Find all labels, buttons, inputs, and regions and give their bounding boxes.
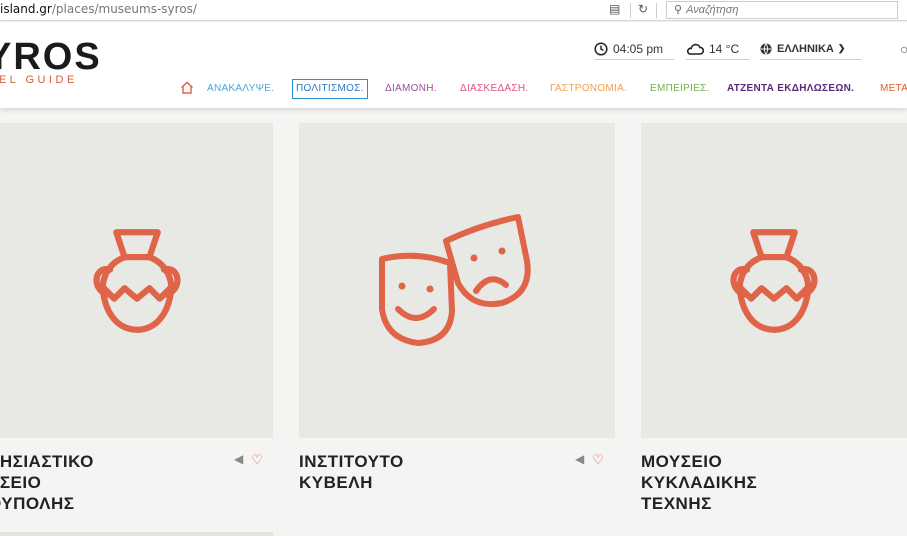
globe-icon: [760, 42, 772, 55]
card-image[interactable]: [641, 123, 907, 438]
heart-icon[interactable]: ♡: [592, 452, 604, 468]
nav-item-accommodation[interactable]: ΔΙΑΜΟΝΗ.: [385, 83, 437, 94]
nav-item-gastronomy[interactable]: ΓΑΣΤΡΟΝΟΜΙΑ.: [550, 83, 627, 94]
clock-widget: 04:05 pm: [594, 38, 674, 60]
weather-widget: 14 °C: [686, 38, 750, 60]
more-icon[interactable]: ○: [900, 38, 907, 60]
heart-icon[interactable]: ♡: [251, 452, 263, 468]
next-card-image-edge: [0, 532, 273, 536]
nav-item-events-agenda[interactable]: ΑΤΖΕΝΤΑ ΕΚΔΗΛΩΣΕΩΝ.: [727, 83, 854, 94]
card-image[interactable]: [0, 123, 273, 438]
reload-icon[interactable]: ↻: [638, 2, 648, 16]
url-domain: island.gr: [0, 2, 52, 16]
card-title[interactable]: ΜΟΥΣΕΙΟ ΚΥΚΛΑΔΙΚΗΣ ΤΕΧΝΗΣ: [641, 451, 757, 514]
site-logo-subtitle: VEL GUIDE: [0, 74, 78, 86]
url-path: /places/museums-syros/: [51, 2, 197, 16]
nav-item-transport[interactable]: ΜΕΤΑ: [880, 83, 907, 94]
card-image[interactable]: [299, 123, 615, 438]
nav-item-entertainment[interactable]: ΔΙΑΣΚΕΔΑΣΗ.: [460, 83, 528, 94]
share-icon[interactable]: ◀: [234, 452, 243, 468]
current-time: 04:05 pm: [613, 41, 664, 56]
search-placeholder: Αναζήτηση: [686, 4, 739, 16]
card-actions: ◀ ♡: [234, 452, 263, 468]
home-icon[interactable]: [180, 81, 194, 94]
share-icon[interactable]: ◀: [575, 452, 584, 468]
theatre-masks-icon: [379, 213, 531, 346]
address-bar[interactable]: island.gr/places/museums-syros/: [0, 2, 197, 16]
site-logo[interactable]: YROS: [0, 38, 102, 76]
search-icon: ⚲: [674, 4, 683, 16]
card-actions: ◀ ♡: [575, 452, 604, 468]
nav-item-experiences[interactable]: ΕΜΠΕΙΡΙΕΣ.: [650, 83, 710, 94]
language-label: ΕΛΛΗΝΙΚΑ: [777, 42, 834, 55]
nav-item-culture[interactable]: ΠΟΛΙΤΙΣΜΟΣ.: [292, 79, 368, 99]
browser-toolbar: island.gr/places/museums-syros/ ▤ ↻ ⚲ Ανα…: [0, 0, 907, 21]
nav-item-discover[interactable]: ΑΝΑΚΑΛΥΨΕ.: [207, 83, 274, 94]
chevron-down-icon: ❯: [837, 43, 846, 53]
cloud-icon: [686, 43, 704, 55]
card-title[interactable]: ΙΝΣΤΙΤΟΥΤΟ ΚΥΒΕΛΗ: [299, 451, 404, 493]
site-header: YROS VEL GUIDE 04:05 pm 14 °C ΕΛΛΗΝΙΚΑ ❯…: [0, 22, 907, 108]
language-selector[interactable]: ΕΛΛΗΝΙΚΑ ❯: [760, 38, 862, 60]
amphora-icon: [730, 228, 818, 333]
browser-search-input[interactable]: ⚲ Αναζήτηση: [666, 1, 898, 19]
clock-icon: [594, 41, 608, 56]
card-title[interactable]: ΛΗΣΙΑΣΤΙΚΟ ΥΣΕΙΟ ΟΥΠΟΛΗΣ: [0, 451, 94, 514]
reader-view-icon[interactable]: ▤: [609, 2, 620, 16]
amphora-icon: [92, 228, 181, 333]
temperature: 14 °C: [709, 41, 740, 56]
